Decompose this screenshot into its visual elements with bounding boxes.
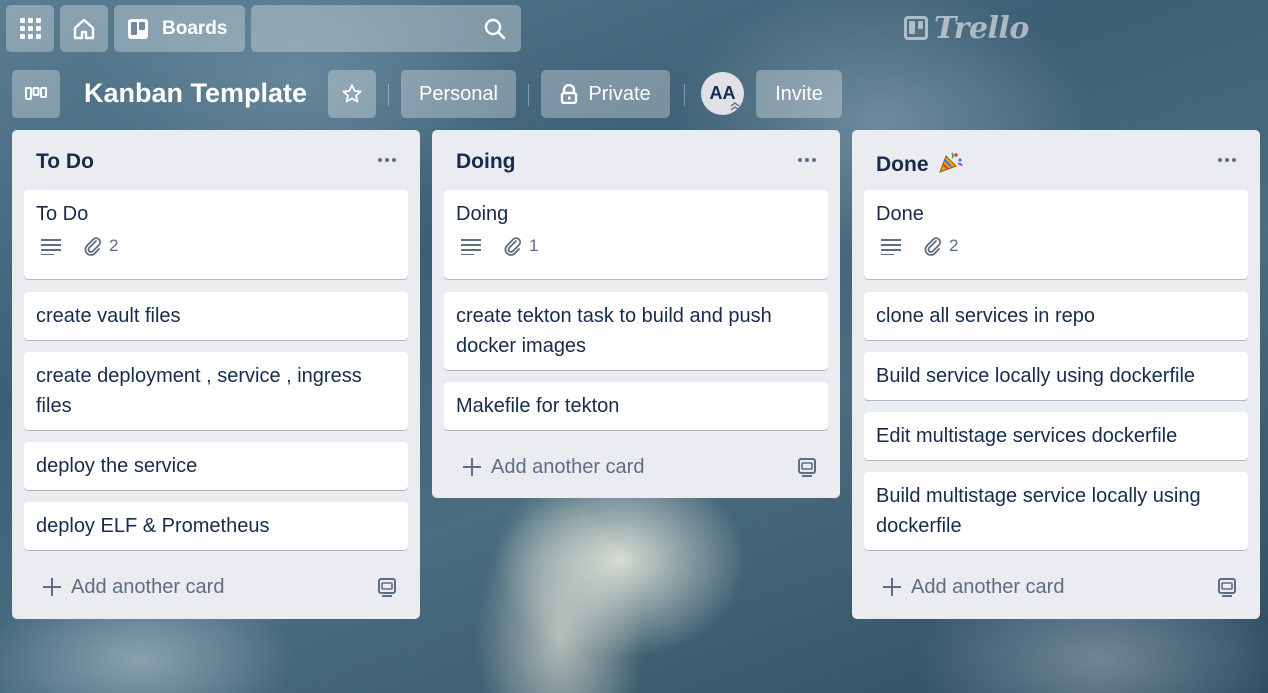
invite-button[interactable]: Invite (756, 70, 842, 118)
add-card-button[interactable]: Add another card (864, 567, 1248, 607)
list-title[interactable]: Done (876, 150, 964, 177)
card[interactable]: Makefile for tekton (444, 382, 828, 430)
divider (528, 84, 529, 106)
card-title: Doing (456, 203, 509, 225)
lock-icon (561, 84, 578, 104)
card[interactable]: create tekton task to build and push doc… (444, 292, 828, 370)
list-title[interactable]: Doing (456, 150, 515, 174)
list-header: Done (852, 130, 1260, 188)
description-icon (41, 239, 61, 255)
team-visibility-button[interactable]: Personal (401, 70, 516, 118)
add-card-button[interactable]: Add another card (24, 567, 408, 607)
home-icon (73, 18, 95, 39)
search-icon (484, 18, 506, 39)
party-popper-icon (939, 152, 964, 173)
search-field[interactable] (251, 5, 521, 52)
divider (684, 84, 685, 106)
card-title: deploy the service (36, 455, 198, 477)
card[interactable]: Doing 1 (444, 190, 828, 279)
admin-chevron-icon (730, 102, 740, 111)
attachment-count: 2 (949, 236, 959, 255)
apps-grid-icon (19, 18, 41, 39)
invite-label: Invite (775, 82, 823, 105)
plus-icon (463, 458, 481, 476)
card-title: Build multistage service locally using d… (876, 485, 1201, 537)
attachment-icon (84, 237, 102, 256)
attachment-count: 2 (109, 236, 119, 255)
boards-label: Boards (162, 17, 228, 39)
attachment-icon (504, 237, 522, 256)
card-template-icon[interactable] (376, 576, 398, 598)
card-title: create deployment , service , ingress fi… (36, 365, 362, 417)
add-card-label: Add another card (911, 575, 1065, 598)
list-menu-icon[interactable] (378, 150, 402, 170)
card-title: Makefile for tekton (456, 395, 620, 417)
trello-logo-icon (904, 16, 928, 40)
privacy-button[interactable]: Private (541, 70, 670, 118)
card[interactable]: Build multistage service locally using d… (864, 472, 1248, 550)
home-button[interactable] (60, 5, 108, 52)
card-title: clone all services in repo (876, 305, 1095, 327)
card-title: Edit multistage services dockerfile (876, 425, 1178, 447)
add-card-label: Add another card (491, 455, 645, 478)
boards-button[interactable]: Boards (114, 5, 245, 52)
card-title: create vault files (36, 305, 181, 327)
card-badges: 2 (876, 235, 1236, 257)
add-card-label: Add another card (71, 575, 225, 598)
card-badges: 2 (36, 235, 396, 257)
trello-logo[interactable]: Trello (904, 10, 1029, 46)
list-title[interactable]: To Do (36, 150, 94, 174)
card-badges: 1 (456, 235, 816, 257)
visibility-label: Private (588, 82, 651, 105)
list-header: Doing (432, 130, 840, 188)
card[interactable]: To Do 2 (24, 190, 408, 279)
board-view-icon (25, 87, 47, 100)
top-header: Boards Trello (0, 0, 1268, 58)
team-label: Personal (419, 82, 498, 105)
star-board-button[interactable] (328, 70, 376, 118)
list-menu-icon[interactable] (798, 150, 822, 170)
card[interactable]: Edit multistage services dockerfile (864, 412, 1248, 460)
plus-icon (883, 578, 901, 596)
description-icon (881, 239, 901, 255)
card-template-icon[interactable] (796, 456, 818, 478)
card-template-icon[interactable] (1216, 576, 1238, 598)
list-to-do: To Do To Do 2 create vault files create … (12, 130, 420, 619)
card-title: To Do (36, 203, 89, 225)
card[interactable]: clone all services in repo (864, 292, 1248, 340)
card[interactable]: deploy ELF & Prometheus (24, 502, 408, 550)
attachment-icon (924, 237, 942, 256)
list-doing: Doing Doing 1 create tekton task to buil… (432, 130, 840, 498)
plus-icon (43, 578, 61, 596)
card-title: Done (876, 203, 924, 225)
description-icon (461, 239, 481, 255)
card[interactable]: Build service locally using dockerfile (864, 352, 1248, 400)
attachment-count: 1 (529, 236, 539, 255)
star-icon (342, 84, 362, 103)
divider (388, 84, 389, 106)
board-title[interactable]: Kanban Template (84, 78, 307, 109)
list-menu-icon[interactable] (1218, 150, 1242, 170)
board-header: Kanban Template Personal Private AA Invi… (0, 70, 1268, 118)
card-title: create tekton task to build and push doc… (456, 305, 772, 357)
logo-text: Trello (934, 10, 1029, 46)
add-card-button[interactable]: Add another card (444, 447, 828, 487)
card-title: Build service locally using dockerfile (876, 365, 1196, 387)
board-view-switcher-button[interactable] (12, 70, 60, 118)
card[interactable]: create deployment , service , ingress fi… (24, 352, 408, 430)
card-title: deploy ELF & Prometheus (36, 515, 270, 537)
list-header: To Do (12, 130, 420, 188)
list-done: Done Done 2 clone all services in repo B… (852, 130, 1260, 619)
member-avatar[interactable]: AA (701, 72, 744, 115)
list-title-text: Done (876, 153, 929, 176)
apps-switcher-button[interactable] (6, 5, 54, 52)
card[interactable]: deploy the service (24, 442, 408, 490)
card[interactable]: create vault files (24, 292, 408, 340)
card[interactable]: Done 2 (864, 190, 1248, 279)
boards-icon (128, 18, 148, 39)
